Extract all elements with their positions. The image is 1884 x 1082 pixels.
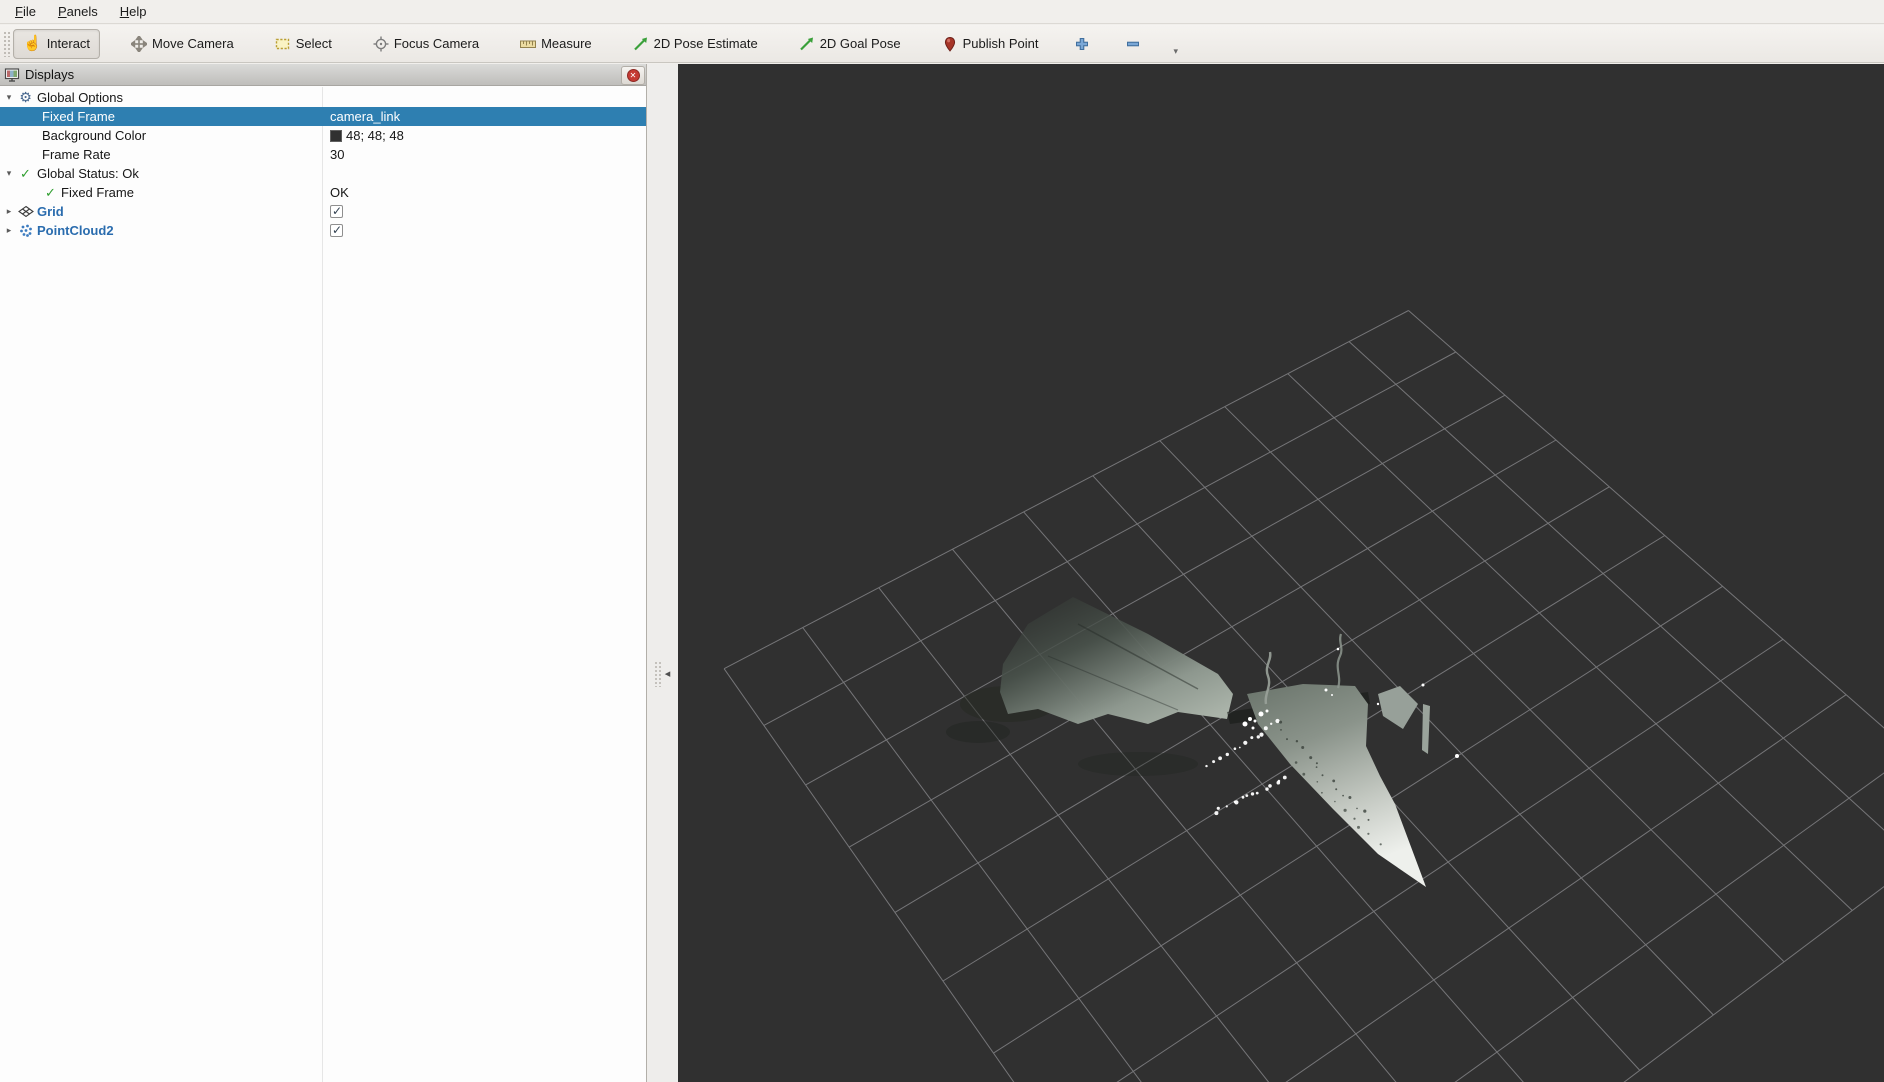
property-name: Fixed Frame	[42, 107, 115, 126]
gear-icon: ⚙	[19, 88, 32, 107]
close-panel-button[interactable]: ✕	[621, 66, 645, 85]
tool-select[interactable]: Select	[265, 29, 342, 59]
pointcloud-icon	[18, 223, 34, 239]
expander-right-icon[interactable]: ▸	[3, 221, 15, 240]
tool-2d-goal-pose[interactable]: 2D Goal Pose	[789, 29, 911, 59]
tool-label: Publish Point	[963, 36, 1039, 51]
chevron-down-icon: ▾	[1174, 46, 1179, 57]
tree-row-pointcloud2[interactable]: ▸ PointCloud2 ✓	[0, 221, 646, 240]
move-arrows-icon	[131, 36, 147, 52]
pose-arrow-icon	[633, 36, 649, 52]
panel-title: Displays	[25, 67, 74, 82]
property-value: 48; 48; 48	[346, 126, 404, 145]
minus-icon	[1125, 36, 1141, 52]
tree-row-global-options[interactable]: ▾⚙ Global Options	[0, 88, 646, 107]
selection-box-icon	[275, 36, 291, 52]
property-value: 30	[330, 145, 344, 164]
splitter-handle[interactable]: ◂	[649, 654, 675, 694]
displays-icon	[4, 67, 20, 83]
enabled-checkbox[interactable]: ✓	[330, 224, 343, 237]
property-name: PointCloud2	[37, 221, 114, 240]
goal-arrow-icon	[799, 36, 815, 52]
expander-down-icon[interactable]: ▾	[3, 164, 15, 183]
tool-move-camera[interactable]: Move Camera	[121, 29, 244, 59]
property-name: Fixed Frame	[61, 183, 134, 202]
displays-panel: Displays ✕ ▾⚙Global OptionsFixed Frameca…	[0, 64, 647, 1082]
property-name: Global Options	[37, 88, 123, 107]
remove-tool-button[interactable]	[1121, 29, 1145, 59]
tool-label: 2D Pose Estimate	[654, 36, 758, 51]
map-pin-icon	[942, 36, 958, 52]
splitter-grip-dots	[654, 661, 663, 687]
tree-row-grid[interactable]: ▸ Grid ✓	[0, 202, 646, 221]
3d-scene[interactable]	[678, 64, 1884, 1082]
add-tool-button[interactable]	[1070, 29, 1094, 59]
displays-panel-titlebar[interactable]: Displays ✕	[0, 64, 646, 86]
displays-icon	[4, 66, 20, 83]
menu-bar: FilePanelsHelp	[0, 0, 1884, 24]
menu-panels[interactable]: Panels	[47, 1, 109, 22]
tool-label: Measure	[541, 36, 592, 51]
tool-label: 2D Goal Pose	[820, 36, 901, 51]
tool-publish-point[interactable]: Publish Point	[932, 29, 1049, 59]
expander-down-icon[interactable]: ▾	[3, 88, 15, 107]
ruler-icon	[520, 36, 536, 52]
property-value: camera_link	[330, 107, 400, 126]
property-name: Grid	[37, 202, 64, 221]
tool-measure[interactable]: Measure	[510, 29, 602, 59]
tool-focus-camera[interactable]: Focus Camera	[363, 29, 489, 59]
check-icon: ✓	[45, 183, 56, 202]
menu-help[interactable]: Help	[109, 1, 158, 22]
enabled-checkbox[interactable]: ✓	[330, 205, 343, 218]
collapse-left-icon: ◂	[665, 669, 671, 679]
menu-file[interactable]: File	[4, 1, 47, 22]
toolbar: ☝ Interact Move Camera Select Focus Camera Me…	[0, 25, 1884, 63]
tree-row-background-color[interactable]: Background Color 48; 48; 48	[0, 126, 646, 145]
crosshair-icon	[373, 36, 389, 52]
tool-label: Interact	[47, 36, 90, 51]
check-icon: ✓	[20, 164, 31, 183]
tool-interact[interactable]: ☝ Interact	[13, 29, 100, 59]
color-swatch	[330, 130, 342, 142]
expander-right-icon[interactable]: ▸	[3, 202, 15, 221]
tool-label: Focus Camera	[394, 36, 479, 51]
tool-label: Select	[296, 36, 332, 51]
viewport-background	[678, 64, 1884, 1082]
property-name: Background Color	[42, 126, 146, 145]
tool-2d-pose-estimate[interactable]: 2D Pose Estimate	[623, 29, 768, 59]
3d-viewport[interactable]	[678, 64, 1884, 1082]
plus-icon	[1074, 36, 1090, 52]
tool-label: Move Camera	[152, 36, 234, 51]
tree-row-frame-rate[interactable]: Frame Rate 30	[0, 145, 646, 164]
close-icon: ✕	[627, 69, 640, 82]
property-value: OK	[330, 183, 349, 202]
tree-row-fixed-frame[interactable]: Fixed Frame camera_link	[0, 107, 646, 126]
displays-tree: ▾⚙Global OptionsFixed Framecamera_linkBa…	[0, 87, 646, 1082]
property-name: Global Status: Ok	[37, 164, 139, 183]
toolbar-drag-handle[interactable]	[3, 31, 10, 57]
tree-row-global-status-ok[interactable]: ▾ ✓ Global Status: Ok	[0, 164, 646, 183]
grid-icon	[18, 205, 34, 218]
panel-splitter[interactable]: ◂	[648, 64, 678, 1082]
property-name: Frame Rate	[42, 145, 111, 164]
main-content: Displays ✕ ▾⚙Global OptionsFixed Frameca…	[0, 64, 1884, 1082]
hand-icon: ☝	[23, 36, 42, 51]
tree-row-fixed-frame[interactable]: ✓ Fixed Frame OK	[0, 183, 646, 202]
